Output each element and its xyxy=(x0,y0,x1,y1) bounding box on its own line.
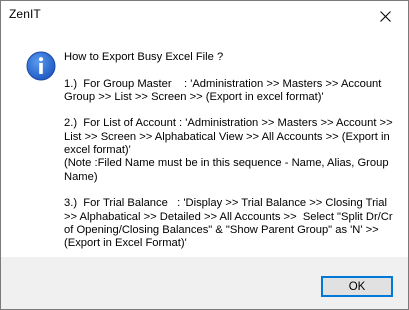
message-question: How to Export Busy Excel File ? xyxy=(64,51,224,63)
message-step-3: 3.) For Trial Balance : 'Display >> Tria… xyxy=(64,197,396,250)
message-step-1: 1.) For Group Master : 'Administration >… xyxy=(64,77,385,103)
close-button[interactable] xyxy=(362,1,408,31)
message-dialog: ZenIT How to Export Busy Excel File ? 1.… xyxy=(0,0,409,310)
message-text: How to Export Busy Excel File ? 1.) For … xyxy=(64,51,396,250)
info-icon xyxy=(26,51,56,81)
title-bar[interactable]: ZenIT xyxy=(1,1,408,31)
message-area: How to Export Busy Excel File ? 1.) For … xyxy=(1,31,408,257)
close-icon xyxy=(379,10,391,22)
button-bar: OK xyxy=(1,257,408,309)
window-title: ZenIT xyxy=(9,7,41,21)
message-step-2: 2.) For List of Account : 'Administratio… xyxy=(64,117,393,183)
ok-button[interactable]: OK xyxy=(321,276,393,297)
